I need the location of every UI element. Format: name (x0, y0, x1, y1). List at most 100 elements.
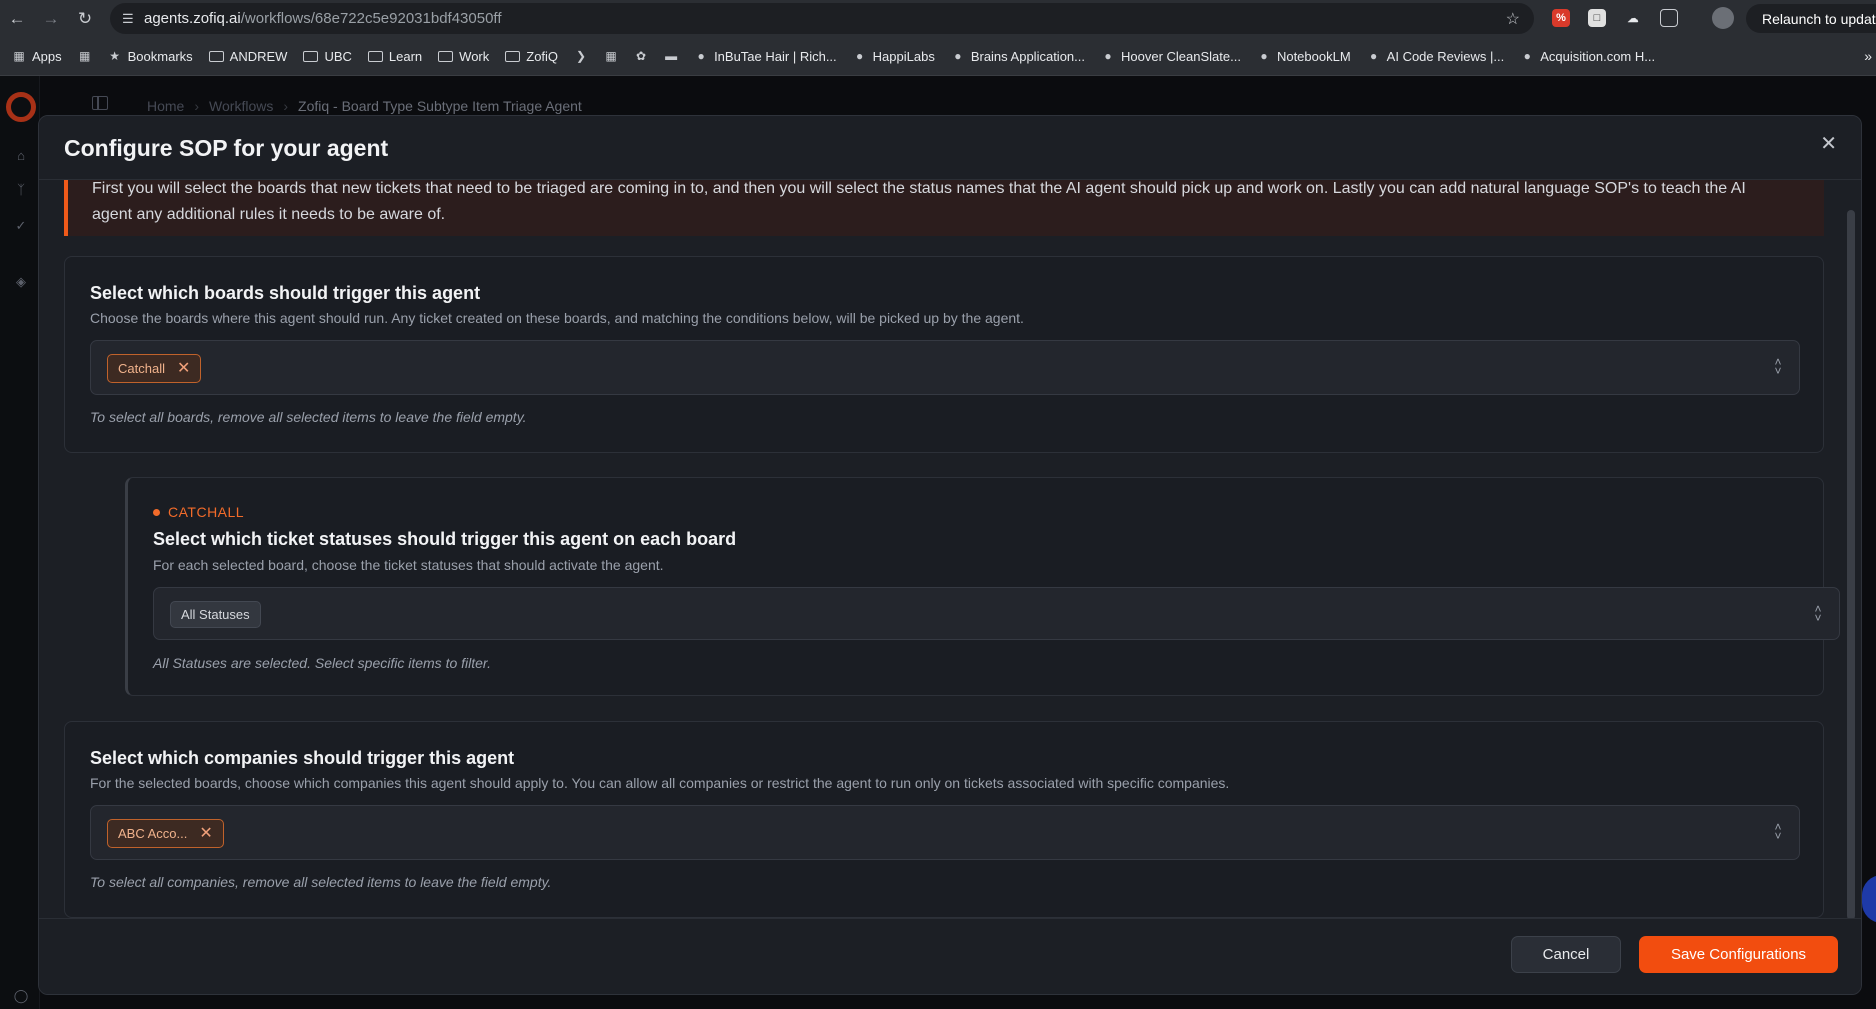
bookmark-item[interactable]: ▦ Apps (4, 42, 70, 70)
boards-section-title: Select which boards should trigger this … (90, 283, 481, 303)
companies-select[interactable]: ABC Acco... ✕ ˄ ˅ (90, 805, 1800, 860)
chevron-updown-icon[interactable]: ˄ ˅ (1813, 603, 1823, 624)
bookmark-label: ZofiQ (526, 48, 559, 64)
url-text: agents.zofiq.ai/workflows/68e722c5e92031… (144, 10, 502, 27)
bookmark-star-icon[interactable]: ☆ (1506, 9, 1520, 29)
boards-select[interactable]: Catchall ✕ ˄ ˅ (90, 340, 1800, 395)
boards-hint: To select all boards, remove all selecte… (90, 409, 527, 425)
selected-status-chip: All Statuses (170, 601, 261, 628)
modal-title: Configure SOP for your agent (64, 135, 389, 161)
bookmark-item[interactable]: ● AI Code Reviews |... (1359, 42, 1513, 70)
folder-icon (438, 50, 454, 62)
bug-icon: ✿ (636, 49, 647, 63)
bookmark-item[interactable]: ▦ (70, 42, 100, 70)
address-bar[interactable]: ☰ agents.zofiq.ai/workflows/68e722c5e920… (110, 3, 1534, 34)
boards-section: Select which boards should trigger this … (64, 256, 1824, 453)
bookmark-item[interactable]: ANDREW (201, 42, 296, 70)
bookmark-item[interactable]: Learn (360, 42, 430, 70)
statuses-section-description: For each selected board, choose the tick… (153, 557, 664, 573)
bookmark-item[interactable]: ● HappiLabs (845, 42, 943, 70)
bookmark-item[interactable]: ● Hoover CleanSlate... (1093, 42, 1249, 70)
forward-icon[interactable]: → (34, 0, 68, 37)
bookmarks-overflow-icon[interactable]: » (1864, 48, 1872, 64)
companies-section-description: For the selected boards, choose which co… (90, 775, 1230, 791)
bookmark-label: Work (459, 48, 490, 64)
profile-avatar[interactable] (1712, 7, 1734, 29)
leaf-icon: ❯ (576, 49, 587, 63)
bookmark-item[interactable]: ● NotebookLM (1249, 42, 1359, 70)
relaunch-button[interactable]: Relaunch to update (1746, 4, 1876, 33)
chevron-updown-icon[interactable]: ˄ ˅ (1773, 821, 1783, 842)
bookmark-label: AI Code Reviews |... (1386, 48, 1505, 64)
star-icon: ★ (109, 49, 121, 63)
selected-company-chip: ABC Acco... ✕ (107, 819, 224, 848)
chip-label: Catchall (118, 361, 165, 376)
bookmark-item[interactable]: ● InBuTae Hair | Rich... (686, 42, 845, 70)
close-icon[interactable]: ✕ (1820, 134, 1837, 154)
bookmark-item[interactable]: ● Acquisition.com H... (1512, 42, 1663, 70)
modal-body[interactable]: First you will select the boards that ne… (39, 180, 1849, 920)
site-icon: ● (1260, 49, 1268, 63)
cancel-button[interactable]: Cancel (1511, 936, 1621, 973)
car-icon: ▬ (665, 49, 678, 63)
bookmarks-bar: ▦ Apps ▦ ★ Bookmarks ANDREW UBC Learn Work ZofiQ ❯… (0, 37, 1876, 76)
folder-icon (367, 50, 383, 62)
site-icon: ● (1370, 49, 1378, 63)
reload-icon[interactable]: ↻ (68, 0, 102, 37)
bookmark-item[interactable]: Work (430, 42, 497, 70)
extensions-puzzle-icon[interactable] (1660, 9, 1678, 27)
bookmark-item[interactable]: ✿ (626, 42, 656, 70)
apps-grid-icon: ▦ (13, 49, 25, 63)
bookmark-item[interactable]: ● Brains Application... (943, 42, 1093, 70)
remove-chip-icon[interactable]: ✕ (199, 825, 212, 842)
modal-footer: Cancel Save Configurations (39, 918, 1861, 994)
boards-section-description: Choose the boards where this agent shoul… (90, 310, 1024, 326)
modal-scrollbar[interactable] (1847, 210, 1855, 920)
extension-icon-doc[interactable]: □ (1588, 9, 1606, 27)
bookmark-item[interactable]: UBC (295, 42, 359, 70)
browser-toolbar: ← → ↻ ☰ agents.zofiq.ai/workflows/68e722… (0, 0, 1876, 37)
companies-section-title: Select which companies should trigger th… (90, 748, 515, 768)
bookmark-label: UBC (324, 48, 352, 64)
site-icon: ● (1104, 49, 1112, 63)
banner-text-line2: agent any additional rules it needs to b… (92, 206, 446, 223)
bookmark-item[interactable]: ▦ (596, 42, 626, 70)
selected-board-chip: Catchall ✕ (107, 354, 202, 383)
site-icon: ● (954, 49, 962, 63)
bookmark-label: Acquisition.com H... (1540, 48, 1656, 64)
info-banner: First you will select the boards that ne… (64, 180, 1824, 236)
bookmark-label: HappiLabs (872, 48, 935, 64)
chip-label: ABC Acco... (118, 826, 188, 841)
bookmark-label: NotebookLM (1276, 48, 1351, 64)
folder-icon (303, 50, 319, 62)
banner-text-line1: First you will select the boards that ne… (92, 180, 1746, 197)
modal-header: Configure SOP for your agent ✕ (39, 116, 1861, 180)
bookmark-item[interactable]: ZofiQ (497, 42, 566, 70)
site-info-icon[interactable]: ☰ (122, 11, 144, 27)
extension-icon-percent[interactable]: % (1552, 9, 1570, 27)
bookmark-label: Learn (388, 48, 423, 64)
bookmark-item[interactable]: ▬ (656, 42, 686, 70)
site-icon: ● (856, 49, 864, 63)
bookmark-item[interactable]: ❯ (566, 42, 596, 70)
bookmark-label: Brains Application... (970, 48, 1085, 64)
bookmark-label: Apps (32, 48, 62, 64)
bookmark-label: ANDREW (229, 48, 288, 64)
site-icon: ● (1523, 49, 1531, 63)
board-dot-icon (153, 508, 160, 516)
remove-chip-icon[interactable]: ✕ (177, 360, 190, 377)
save-configurations-button[interactable]: Save Configurations (1639, 936, 1838, 973)
chevron-updown-icon[interactable]: ˄ ˅ (1773, 356, 1783, 377)
companies-section: Select which companies should trigger th… (64, 721, 1824, 918)
statuses-section-title: Select which ticket statuses should trig… (153, 529, 737, 549)
scrollbar-thumb[interactable] (1847, 210, 1855, 920)
board-tag-label: CATCHALL (168, 504, 245, 520)
statuses-select[interactable]: All Statuses ˄ ˅ (153, 587, 1840, 640)
companies-hint: To select all companies, remove all sele… (90, 874, 552, 890)
configure-sop-modal: Configure SOP for your agent ✕ First you… (38, 115, 1862, 995)
statuses-board-card: CATCHALL Select which ticket statuses sh… (125, 477, 1840, 696)
board-tag: CATCHALL (153, 504, 244, 520)
back-icon[interactable]: ← (0, 0, 34, 37)
bookmark-item[interactable]: ★ Bookmarks (100, 42, 201, 70)
extension-icon-sync[interactable]: ☁ (1624, 9, 1642, 27)
